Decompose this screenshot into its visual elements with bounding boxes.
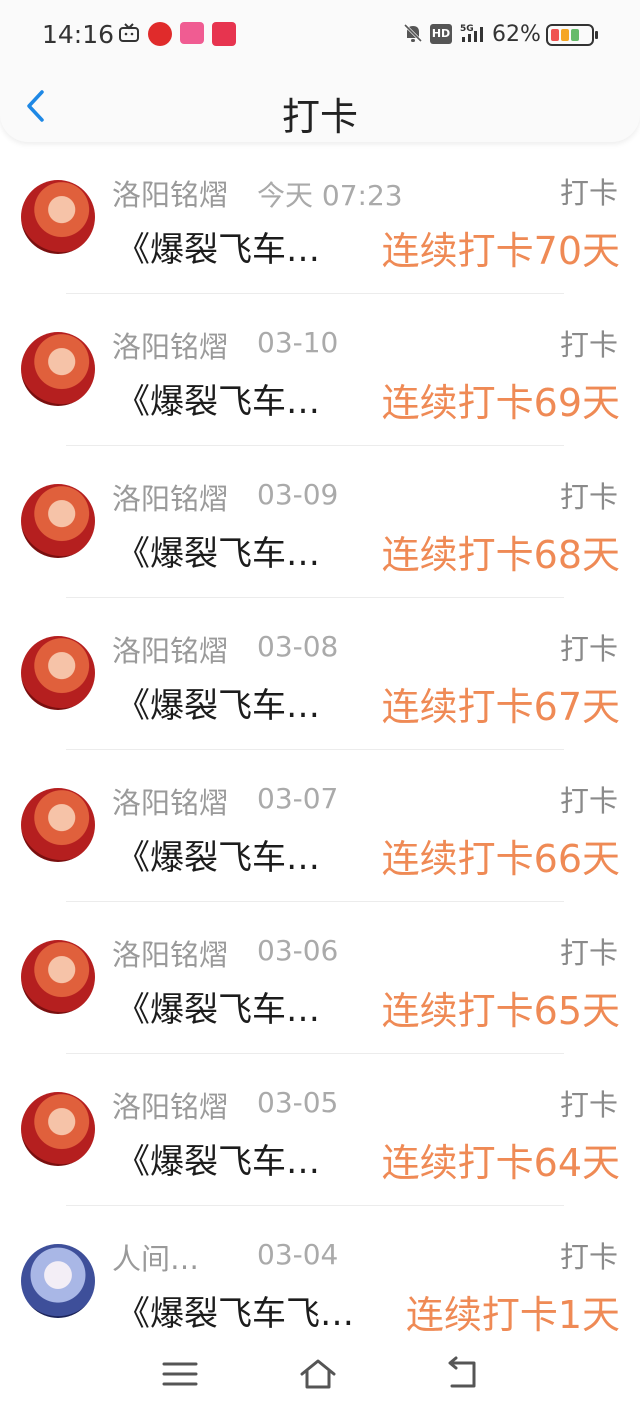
system-nav-bar bbox=[0, 1340, 640, 1415]
checkin-date: 03-06 bbox=[257, 934, 339, 967]
book-title[interactable]: 《爆裂飞车… bbox=[116, 678, 320, 727]
home-icon[interactable] bbox=[298, 1356, 338, 1392]
book-title[interactable]: 《爆裂飞车… bbox=[116, 982, 320, 1031]
action-label: 打卡 bbox=[559, 784, 618, 818]
checkin-row[interactable]: 人间… 03-04 打卡《爆裂飞车飞… 连续打卡1天 bbox=[0, 1206, 640, 1358]
checkin-date: 今天 07:23 bbox=[257, 179, 403, 212]
action-label: 打卡 bbox=[559, 1240, 618, 1274]
streak-text: 连续打卡69天 bbox=[381, 381, 620, 425]
username[interactable]: 人间… bbox=[112, 1236, 199, 1278]
book-title[interactable]: 《爆裂飞车… bbox=[116, 374, 320, 423]
netease-music-icon bbox=[148, 22, 172, 46]
avatar[interactable] bbox=[21, 636, 95, 710]
streak-text: 连续打卡67天 bbox=[381, 685, 620, 729]
action-label: 打卡 bbox=[559, 936, 618, 970]
avatar[interactable] bbox=[21, 1092, 95, 1166]
mute-bell-icon bbox=[403, 23, 423, 43]
streak-text: 连续打卡66天 bbox=[381, 837, 620, 881]
username[interactable]: 洛阳铭熠 bbox=[112, 172, 228, 214]
page-title: 打卡 bbox=[281, 95, 358, 139]
battery-icon bbox=[546, 24, 598, 46]
checkin-row[interactable]: 洛阳铭熠 今天 07:23 打卡《爆裂飞车… 连续打卡70天 bbox=[0, 142, 640, 294]
streak-text: 连续打卡70天 bbox=[381, 229, 620, 273]
checkin-row[interactable]: 洛阳铭熠 03-10 打卡《爆裂飞车… 连续打卡69天 bbox=[0, 294, 640, 446]
checkin-row[interactable]: 洛阳铭熠 03-06 打卡《爆裂飞车… 连续打卡65天 bbox=[0, 902, 640, 1054]
checkin-list: 洛阳铭熠 今天 07:23 打卡 《爆裂飞车… 连续打卡70天 洛阳铭熠 03-10 打卡 《爆… bbox=[0, 142, 640, 1358]
signal-icon: 5G bbox=[460, 24, 483, 42]
action-label: 打卡 bbox=[559, 176, 618, 210]
username[interactable]: 洛阳铭熠 bbox=[112, 1084, 228, 1126]
status-time: 14:16 bbox=[42, 20, 115, 49]
book-title[interactable]: 《爆裂飞车… bbox=[116, 222, 320, 271]
hd-badge: HD bbox=[430, 24, 452, 44]
checkin-date: 03-07 bbox=[257, 782, 339, 815]
username[interactable]: 洛阳铭熠 bbox=[112, 780, 228, 822]
avatar[interactable] bbox=[21, 484, 95, 558]
checkin-date: 03-10 bbox=[257, 326, 339, 359]
streak-text: 连续打卡1天 bbox=[405, 1293, 620, 1337]
svg-text:5G: 5G bbox=[460, 24, 474, 34]
book-title[interactable]: 《爆裂飞车… bbox=[116, 526, 320, 575]
checkin-date: 03-09 bbox=[257, 478, 339, 511]
top-bar: 14:16 HD 5G 62% 打卡 bbox=[0, 0, 640, 142]
action-label: 打卡 bbox=[559, 1088, 618, 1122]
avatar[interactable] bbox=[21, 1244, 95, 1318]
avatar[interactable] bbox=[21, 332, 95, 406]
book-title[interactable]: 《爆裂飞车… bbox=[116, 1134, 320, 1183]
username[interactable]: 洛阳铭熠 bbox=[112, 476, 228, 518]
username[interactable]: 洛阳铭熠 bbox=[112, 932, 228, 974]
action-label: 打卡 bbox=[559, 328, 618, 362]
checkin-row[interactable]: 洛阳铭熠 03-07 打卡《爆裂飞车… 连续打卡66天 bbox=[0, 750, 640, 902]
checkin-date: 03-05 bbox=[257, 1086, 339, 1119]
battery-percent: 62% bbox=[492, 22, 541, 47]
action-label: 打卡 bbox=[559, 632, 618, 666]
status-bar: 14:16 HD 5G 62% bbox=[0, 0, 640, 70]
avatar[interactable] bbox=[21, 180, 95, 254]
action-label: 打卡 bbox=[559, 480, 618, 514]
heart-app-icon bbox=[212, 22, 236, 46]
bilibili-icon bbox=[180, 22, 204, 44]
checkin-date: 03-04 bbox=[257, 1238, 339, 1271]
username[interactable]: 洛阳铭熠 bbox=[112, 628, 228, 670]
checkin-date: 03-08 bbox=[257, 630, 339, 663]
username[interactable]: 洛阳铭熠 bbox=[112, 324, 228, 366]
book-title[interactable]: 《爆裂飞车飞… bbox=[116, 1286, 354, 1335]
streak-text: 连续打卡68天 bbox=[381, 533, 620, 577]
menu-icon[interactable] bbox=[160, 1356, 200, 1392]
avatar[interactable] bbox=[21, 788, 95, 862]
checkin-row[interactable]: 洛阳铭熠 03-09 打卡《爆裂飞车… 连续打卡68天 bbox=[0, 446, 640, 598]
back-icon[interactable] bbox=[442, 1356, 482, 1392]
page-header: 打卡 bbox=[0, 72, 640, 142]
checkin-row[interactable]: 洛阳铭熠 03-08 打卡《爆裂飞车… 连续打卡67天 bbox=[0, 598, 640, 750]
streak-text: 连续打卡65天 bbox=[381, 989, 620, 1033]
tv-icon bbox=[119, 23, 139, 42]
book-title[interactable]: 《爆裂飞车… bbox=[116, 830, 320, 879]
avatar[interactable] bbox=[21, 940, 95, 1014]
checkin-row[interactable]: 洛阳铭熠 03-05 打卡《爆裂飞车… 连续打卡64天 bbox=[0, 1054, 640, 1206]
streak-text: 连续打卡64天 bbox=[381, 1141, 620, 1185]
